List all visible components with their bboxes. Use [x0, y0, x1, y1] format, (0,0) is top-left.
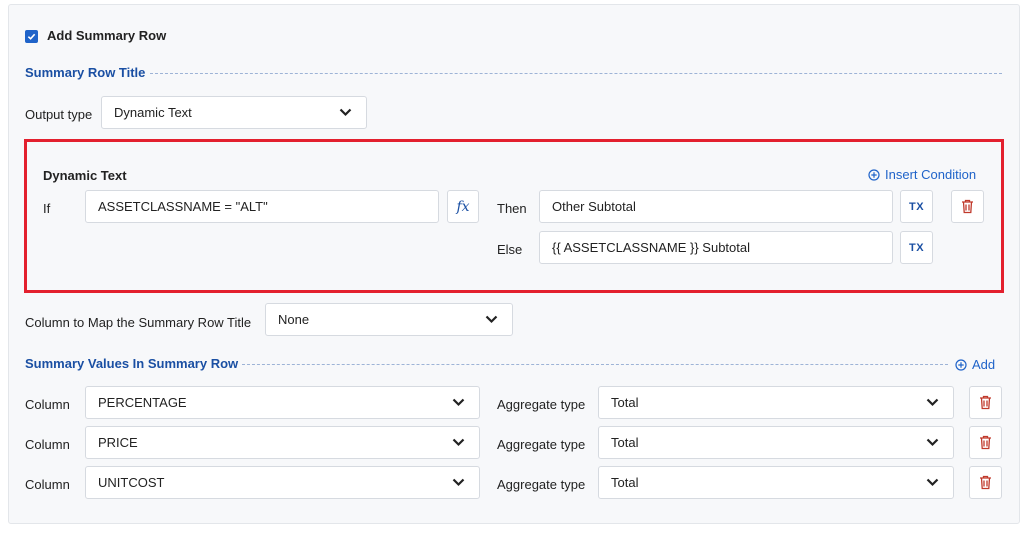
chevron-down-icon [452, 438, 465, 447]
column-select[interactable]: PERCENTAGE [85, 386, 480, 419]
column-select[interactable]: PRICE [85, 426, 480, 459]
add-summary-value-button[interactable]: Add [955, 357, 995, 372]
else-text-format-button[interactable]: TX [900, 231, 933, 264]
column-value: UNITCOST [98, 475, 165, 490]
column-label: Column [25, 397, 70, 412]
then-value: Other Subtotal [552, 199, 636, 214]
column-map-label: Column to Map the Summary Row Title [25, 315, 252, 330]
column-select[interactable]: UNITCOST [85, 466, 480, 499]
delete-row-button[interactable] [969, 426, 1002, 459]
chevron-down-icon [926, 438, 939, 447]
aggregate-type-value: Total [611, 435, 639, 450]
aggregate-type-value: Total [611, 395, 639, 410]
column-label: Column [25, 477, 70, 492]
then-label: Then [497, 201, 527, 216]
if-label: If [43, 201, 51, 216]
text-format-icon: TX [908, 241, 925, 254]
add-summary-row-label: Add Summary Row [47, 28, 167, 43]
then-input[interactable]: Other Subtotal [539, 190, 893, 223]
section-divider [150, 73, 1002, 74]
column-label: Column [25, 437, 70, 452]
aggregate-type-label: Aggregate type [497, 477, 586, 492]
delete-condition-button[interactable] [951, 190, 984, 223]
else-value: {{ ASSETCLASSNAME }} Subtotal [552, 240, 751, 255]
condition-input[interactable]: ASSETCLASSNAME = "ALT" [85, 190, 439, 223]
text-format-icon: TX [908, 200, 925, 213]
chevron-down-icon [926, 398, 939, 407]
chevron-down-icon [452, 478, 465, 487]
formula-button[interactable]: fx [447, 190, 479, 223]
insert-condition-label: Insert Condition [885, 167, 977, 182]
function-icon: fx [456, 198, 470, 215]
condition-value: ASSETCLASSNAME = "ALT" [98, 199, 268, 214]
chevron-down-icon [339, 108, 352, 117]
trash-icon [980, 475, 991, 490]
column-value: PRICE [98, 435, 138, 450]
plus-circle-icon [868, 168, 880, 181]
chevron-down-icon [926, 478, 939, 487]
delete-row-button[interactable] [969, 386, 1002, 419]
chevron-down-icon [485, 315, 498, 324]
aggregate-type-select[interactable]: Total [598, 386, 954, 419]
else-label: Else [497, 242, 523, 257]
add-label: Add [972, 357, 996, 372]
column-map-select[interactable]: None [265, 303, 513, 336]
add-summary-row-checkbox[interactable] [25, 30, 38, 43]
output-type-label: Output type [25, 107, 93, 122]
then-text-format-button[interactable]: TX [900, 190, 933, 223]
check-icon [27, 33, 36, 40]
aggregate-type-select[interactable]: Total [598, 466, 954, 499]
summary-values-heading: Summary Values In Summary Row [25, 356, 239, 371]
aggregate-type-value: Total [611, 475, 639, 490]
trash-icon [962, 199, 973, 214]
trash-icon [980, 435, 991, 450]
column-value: PERCENTAGE [98, 395, 187, 410]
aggregate-type-label: Aggregate type [497, 397, 586, 412]
aggregate-type-label: Aggregate type [497, 437, 586, 452]
aggregate-type-select[interactable]: Total [598, 426, 954, 459]
output-type-value: Dynamic Text [114, 105, 192, 120]
dynamic-text-heading: Dynamic Text [43, 168, 127, 183]
trash-icon [980, 395, 991, 410]
output-type-select[interactable]: Dynamic Text [101, 96, 367, 129]
chevron-down-icon [452, 398, 465, 407]
else-input[interactable]: {{ ASSETCLASSNAME }} Subtotal [539, 231, 893, 264]
insert-condition-button[interactable]: Insert Condition [868, 167, 976, 182]
summary-row-title-heading: Summary Row Title [25, 65, 146, 80]
plus-circle-icon [955, 358, 967, 371]
delete-row-button[interactable] [969, 466, 1002, 499]
column-map-value: None [278, 312, 310, 327]
section-divider [242, 364, 948, 365]
